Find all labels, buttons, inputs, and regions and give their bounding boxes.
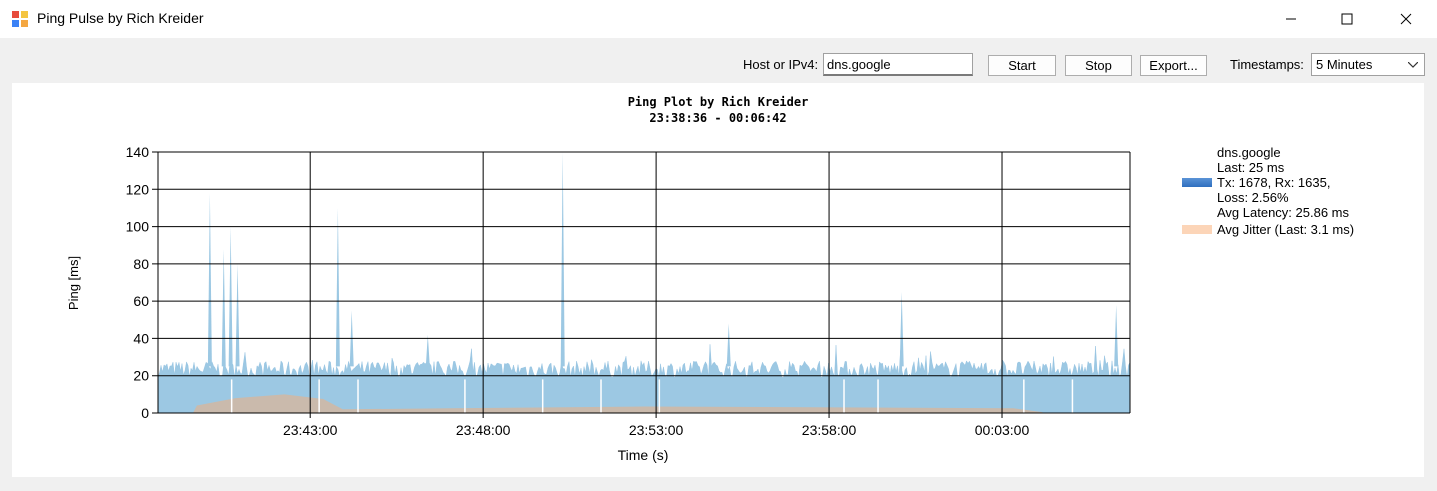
x-tick-label: 23:53:00 — [629, 422, 684, 438]
export-button[interactable]: Export... — [1140, 55, 1207, 76]
loss-gap-8 — [877, 379, 879, 413]
plot-area: 0 20 40 60 80 100 120 140 23:43:00 23:48:00 23:53:… — [126, 144, 1131, 438]
ping-spike-2 — [228, 226, 233, 367]
window-title: Ping Pulse by Rich Kreider — [37, 10, 204, 26]
loss-gap-5 — [600, 379, 602, 413]
legend-host: dns.google — [1217, 145, 1281, 160]
loss-gap-1 — [318, 379, 320, 413]
ping-spike-10 — [1114, 304, 1119, 367]
timestamps-value: 5 Minutes — [1316, 57, 1373, 72]
ping-spike-3 — [235, 263, 240, 367]
close-icon — [1400, 13, 1412, 25]
loss-gap-4 — [541, 379, 544, 413]
ping-spike-5 — [560, 152, 565, 367]
timestamps-label: Timestamps: — [1230, 57, 1304, 72]
minimize-button[interactable] — [1268, 0, 1314, 38]
host-input[interactable]: dns.google — [823, 53, 973, 76]
loss-gap-6 — [658, 379, 661, 413]
y-tick-label: 40 — [133, 330, 149, 346]
start-button[interactable]: Start — [988, 55, 1056, 76]
ping-chart: 0 20 40 60 80 100 120 140 23:43:00 23:48:00 23:53:… — [66, 144, 1131, 463]
chart-panel: Ping Plot by Rich Kreider 23:38:36 - 00:… — [12, 83, 1424, 477]
loss-gap-3 — [464, 379, 466, 413]
x-tick-label: 23:43:00 — [283, 422, 338, 438]
y-tick-label: 80 — [133, 256, 149, 272]
ping-spike-8 — [726, 323, 731, 367]
title-bar: Ping Pulse by Rich Kreider — [0, 0, 1437, 38]
ping-spike-9 — [899, 291, 904, 367]
y-tick-label: 20 — [133, 368, 149, 384]
legend-loss: Loss: 2.56% — [1217, 190, 1289, 205]
legend-last: Last: 25 ms — [1217, 160, 1285, 175]
host-label: Host or IPv4: — [743, 57, 819, 72]
maximize-button[interactable] — [1324, 0, 1370, 38]
app-icon — [12, 11, 28, 27]
ping-spike-4 — [335, 207, 340, 367]
y-tick-label: 0 — [141, 405, 149, 421]
loss-gap-9 — [1023, 379, 1025, 413]
legend-jitter-swatch — [1182, 225, 1212, 234]
loss-gap-2 — [357, 379, 359, 413]
legend-jitter: Avg Jitter (Last: 3.1 ms) — [1217, 222, 1355, 237]
y-axis-label: Ping [ms] — [66, 256, 81, 310]
y-tick-label: 100 — [126, 219, 150, 235]
x-tick-label: 23:48:00 — [456, 422, 511, 438]
ping-spike-7 — [425, 334, 430, 367]
stop-button[interactable]: Stop — [1065, 55, 1132, 76]
y-tick-label: 120 — [126, 181, 150, 197]
y-tick-label: 60 — [133, 293, 149, 309]
ping-spike-0 — [207, 193, 212, 367]
x-axis-label: Time (s) — [618, 447, 669, 463]
maximize-icon — [1341, 13, 1353, 25]
loss-gap-10 — [1071, 379, 1074, 413]
y-tick-label: 140 — [126, 144, 150, 160]
timestamps-select[interactable]: 5 Minutes — [1311, 53, 1425, 76]
chevron-down-icon — [1408, 62, 1418, 68]
ping-spike-1 — [221, 248, 226, 367]
legend-ping-swatch — [1182, 178, 1212, 187]
minimize-icon — [1286, 18, 1296, 20]
x-tick-label: 00:03:00 — [975, 422, 1030, 438]
loss-gap-7 — [843, 379, 845, 413]
legend-avg-latency: Avg Latency: 25.86 ms — [1217, 205, 1350, 220]
loss-gap-0 — [230, 379, 233, 413]
legend-txrx: Tx: 1678, Rx: 1635, — [1217, 175, 1331, 190]
close-button[interactable] — [1383, 0, 1429, 38]
x-tick-label: 23:58:00 — [802, 422, 857, 438]
